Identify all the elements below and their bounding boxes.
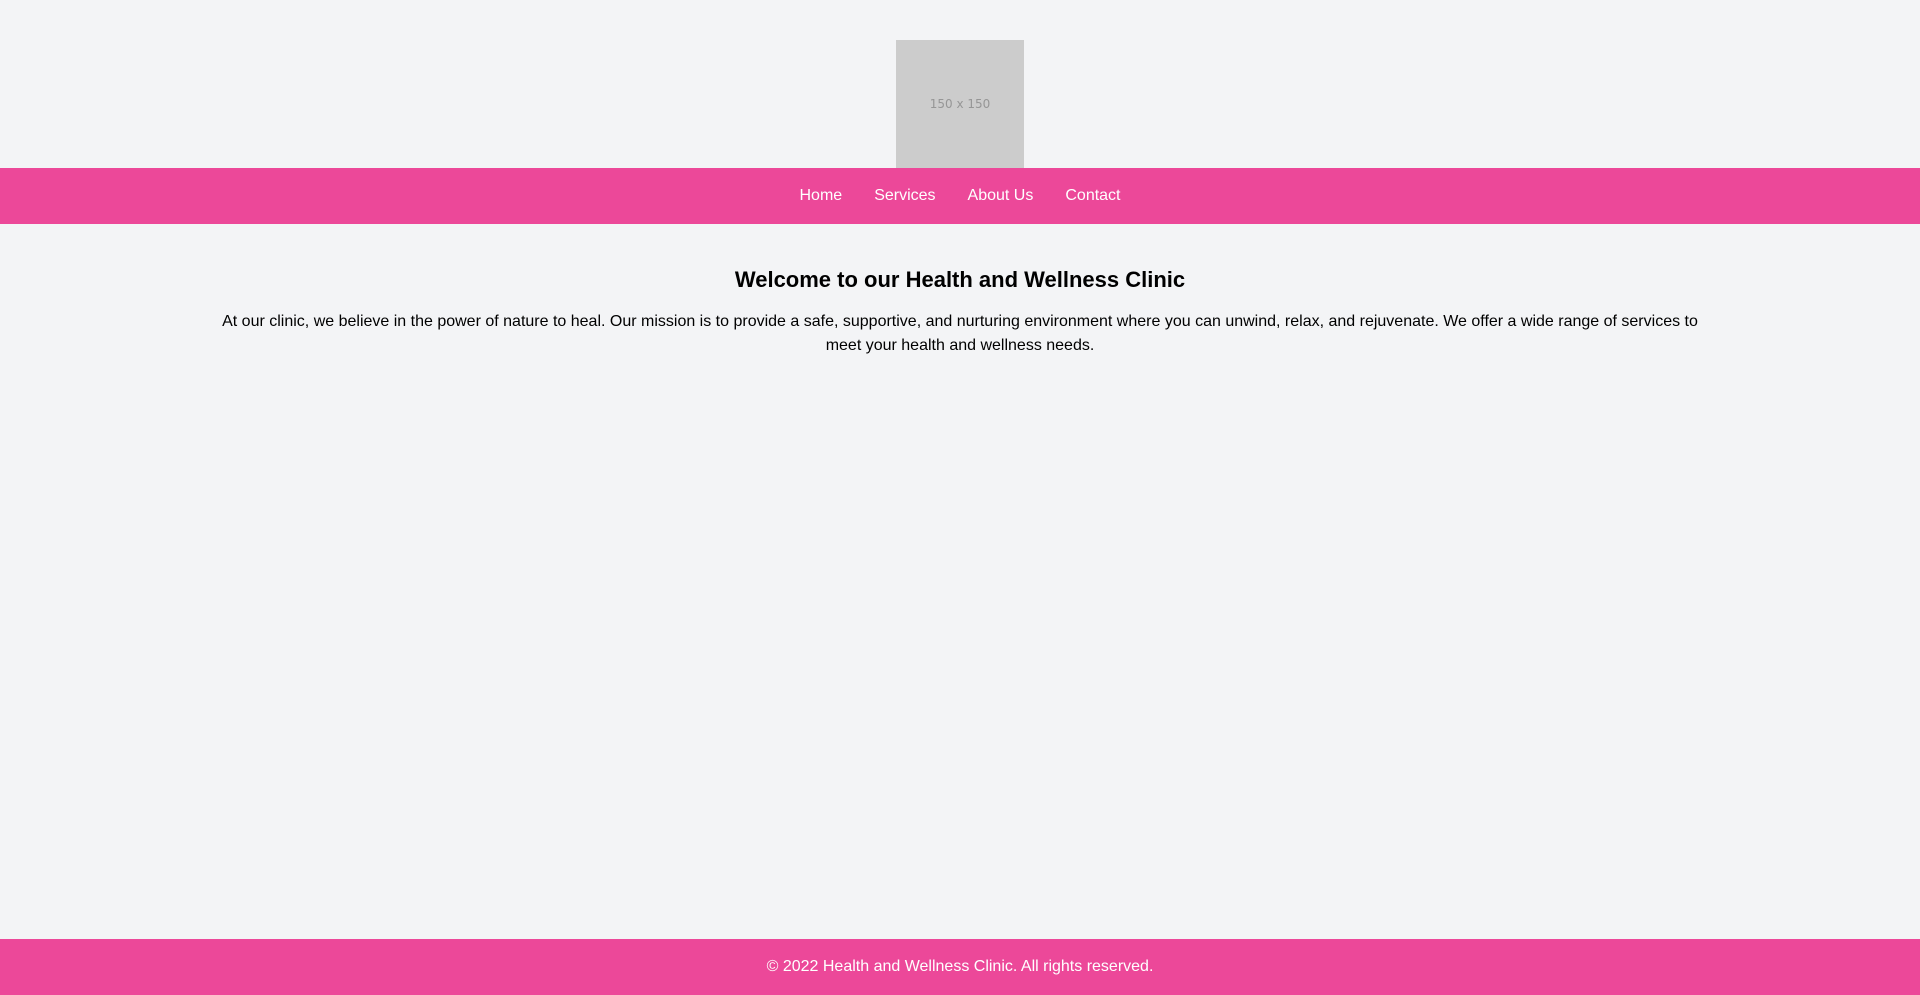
nav-list: Home Services About Us Contact <box>784 168 1137 224</box>
intro-paragraph: At our clinic, we believe in the power o… <box>222 313 1698 354</box>
nav-contact-link[interactable]: Contact <box>1049 168 1136 224</box>
footer: © 2022 Health and Wellness Clinic. All r… <box>0 939 1920 995</box>
logo-placeholder-text: 150 x 150 <box>929 97 991 111</box>
navbar: Home Services About Us Contact <box>0 168 1920 224</box>
nav-services-link[interactable]: Services <box>858 168 951 224</box>
nav-about-us-link[interactable]: About Us <box>952 168 1050 224</box>
main-content: Welcome to our Health and Wellness Clini… <box>208 264 1712 358</box>
page-title: Welcome to our Health and Wellness Clini… <box>734 267 1186 292</box>
header: 150 x 150 <box>0 40 1920 168</box>
logo-placeholder-image: 150 x 150 <box>896 40 1024 168</box>
nav-home-link[interactable]: Home <box>784 168 859 224</box>
footer-copyright: © 2022 Health and Wellness Clinic. All r… <box>766 958 1154 975</box>
